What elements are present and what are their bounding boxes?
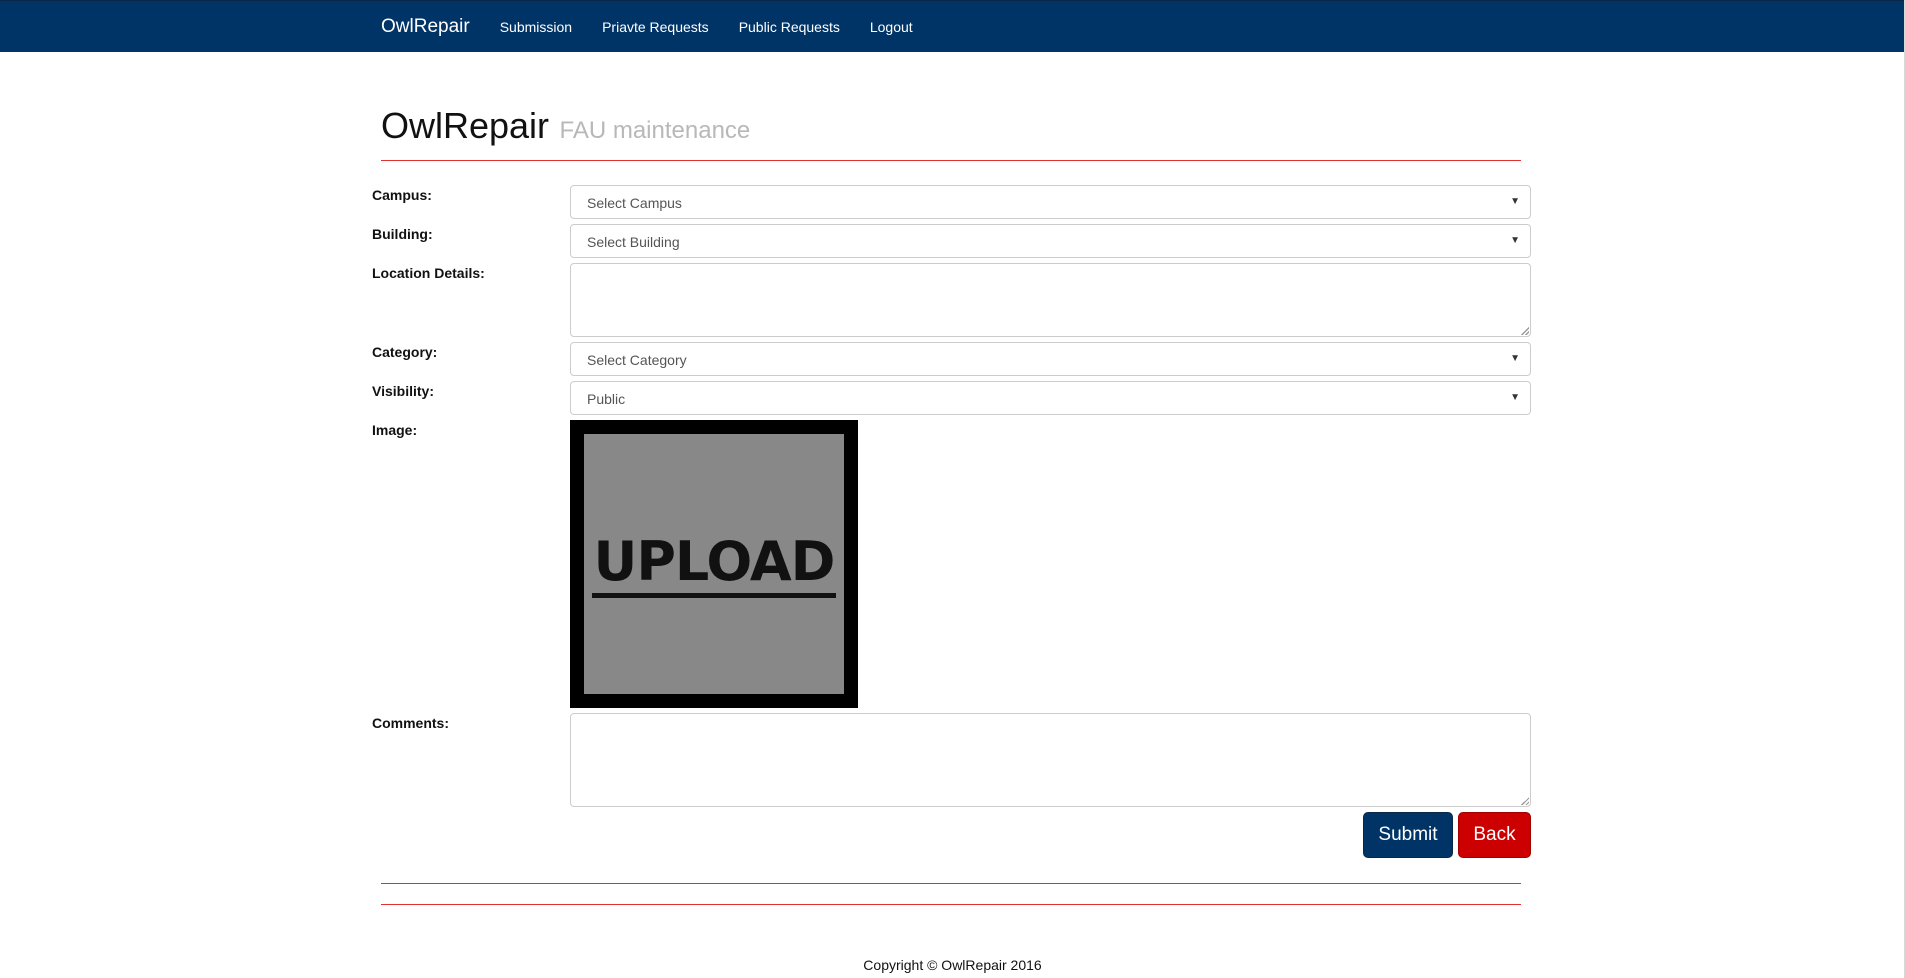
building-select[interactable]: Select Building ▼ bbox=[570, 224, 1531, 258]
visibility-select[interactable]: Public ▼ bbox=[570, 381, 1531, 415]
campus-select-value: Select Campus bbox=[587, 195, 682, 211]
category-label: Category: bbox=[372, 344, 438, 360]
nav-link-submission[interactable]: Submission bbox=[500, 19, 572, 35]
chevron-down-icon: ▼ bbox=[1510, 235, 1520, 246]
category-select[interactable]: Select Category ▼ bbox=[570, 342, 1531, 376]
page-title: OwlRepair bbox=[381, 105, 550, 146]
page-header: OwlRepair FAU maintenance bbox=[381, 105, 1521, 161]
nav-link-public-requests[interactable]: Public Requests bbox=[739, 19, 840, 35]
comments-textarea[interactable] bbox=[570, 713, 1531, 807]
chevron-down-icon: ▼ bbox=[1510, 196, 1520, 207]
page-subtitle: FAU maintenance bbox=[559, 117, 751, 144]
building-label: Building: bbox=[372, 226, 433, 242]
submit-button[interactable]: Submit bbox=[1363, 812, 1453, 858]
upload-text: UPLOAD bbox=[591, 530, 837, 598]
top-navbar: OwlRepair Submission Priavte Requests Pu… bbox=[0, 0, 1905, 52]
resize-handle-icon[interactable] bbox=[1521, 327, 1529, 335]
nav-link-logout[interactable]: Logout bbox=[870, 19, 913, 35]
location-details-textarea[interactable] bbox=[570, 263, 1531, 337]
chevron-down-icon: ▼ bbox=[1510, 392, 1520, 403]
comments-label: Comments: bbox=[372, 715, 450, 731]
building-select-value: Select Building bbox=[587, 234, 680, 250]
image-label: Image: bbox=[372, 422, 418, 438]
divider bbox=[381, 904, 1521, 905]
brand-link[interactable]: OwlRepair bbox=[381, 16, 470, 38]
chevron-down-icon: ▼ bbox=[1510, 353, 1520, 364]
campus-label: Campus: bbox=[372, 187, 432, 203]
location-details-label: Location Details: bbox=[372, 265, 485, 281]
resize-handle-icon[interactable] bbox=[1521, 797, 1529, 805]
nav-link-private-requests[interactable]: Priavte Requests bbox=[602, 19, 709, 35]
upload-icon: UPLOAD bbox=[584, 434, 844, 694]
campus-select[interactable]: Select Campus ▼ bbox=[570, 185, 1531, 219]
footer-copyright: Copyright © OwlRepair 2016 bbox=[863, 957, 1042, 973]
visibility-select-value: Public bbox=[587, 391, 626, 407]
category-select-value: Select Category bbox=[587, 352, 687, 368]
divider bbox=[381, 883, 1521, 884]
nav-container: OwlRepair Submission Priavte Requests Pu… bbox=[381, 1, 943, 53]
visibility-label: Visibility: bbox=[372, 383, 434, 399]
back-button[interactable]: Back bbox=[1458, 812, 1531, 858]
image-upload-button[interactable]: UPLOAD bbox=[570, 420, 858, 708]
